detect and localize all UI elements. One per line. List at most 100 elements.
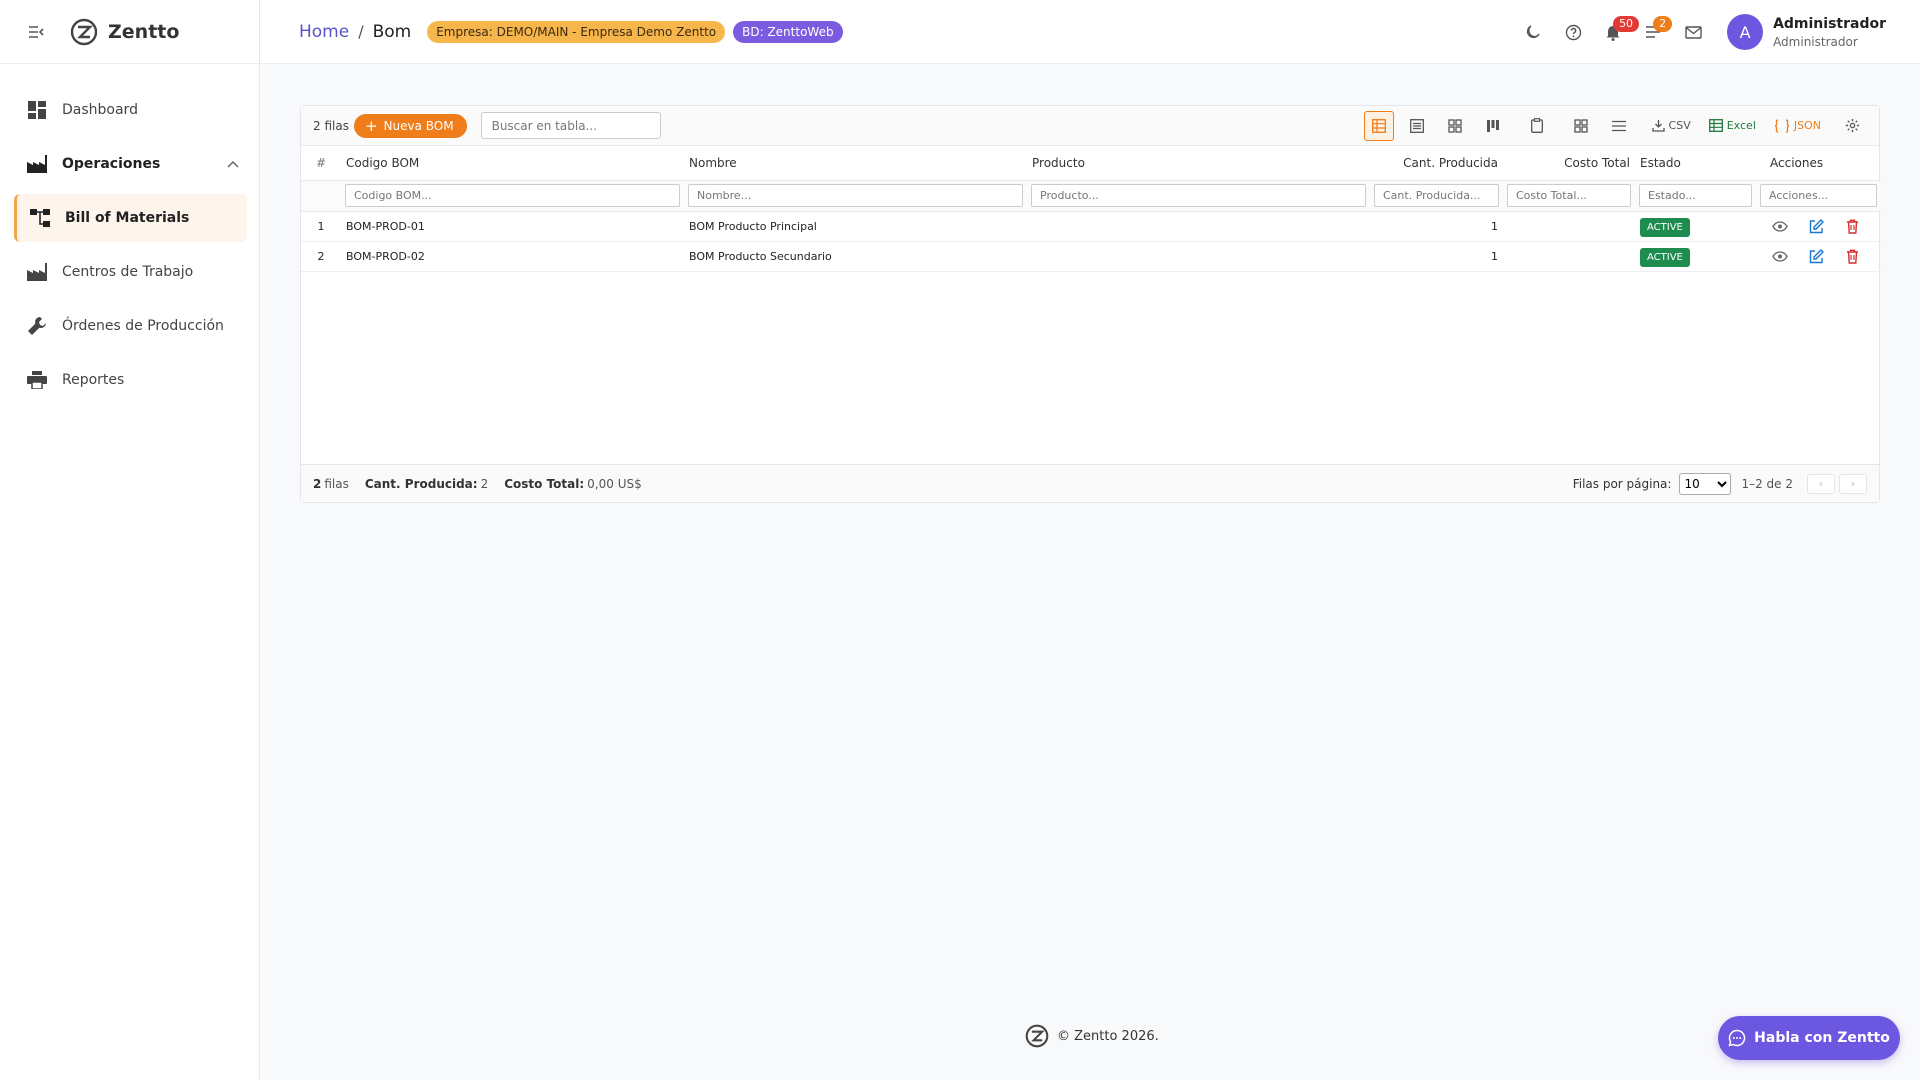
edit-icon[interactable] <box>1807 217 1825 235</box>
cell-producto <box>1027 241 1370 272</box>
brand-name: Zentto <box>108 20 180 43</box>
prev-page-button[interactable]: ‹ <box>1807 473 1835 494</box>
column-header-cant-producida[interactable]: Cant. Producida <box>1370 146 1503 181</box>
table-toolbar: 2 filas + Nueva BOM Buscar en tabla... C… <box>301 106 1879 146</box>
column-header-acciones: Acciones <box>1756 146 1881 181</box>
column-header-codigo-bom[interactable]: Codigo BOM <box>341 146 684 181</box>
empresa-badge: Empresa: DEMO/MAIN - Empresa Demo Zentto <box>427 20 726 43</box>
export-excel-label: Excel <box>1726 119 1756 132</box>
new-bom-button[interactable]: + Nueva BOM <box>353 113 467 138</box>
download-icon <box>1651 120 1665 132</box>
export-json-button[interactable]: JSON <box>1774 118 1821 133</box>
delete-trash-icon[interactable] <box>1843 247 1861 265</box>
next-page-button[interactable]: › <box>1839 473 1867 494</box>
column-header-estado[interactable]: Estado <box>1635 146 1756 181</box>
sidebar-item-label: Órdenes de Producción <box>62 318 224 334</box>
row-index: 2 <box>301 241 341 272</box>
tree-icon <box>29 207 51 229</box>
sidebar-item-operaciones[interactable]: Operaciones <box>0 138 259 190</box>
sidebar-nav: Dashboard Operaciones Bill of Materials … <box>0 64 259 406</box>
avatar[interactable]: A <box>1727 14 1764 50</box>
filter-cell <box>341 180 684 212</box>
page-footer: © Zentto 2026. <box>1025 1024 1159 1048</box>
breadcrumb-home[interactable]: Home <box>299 22 349 42</box>
bom-table: # Codigo BOM Nombre Producto Cant. Produ… <box>301 146 1881 272</box>
user-menu[interactable]: Administrador Administrador <box>1773 16 1886 49</box>
footer-cant-value: 2 <box>480 476 489 491</box>
zentto-logo-icon <box>1025 1024 1049 1048</box>
filter-cell <box>1370 180 1503 212</box>
row-actions <box>1761 217 1876 235</box>
filter-producto-input[interactable] <box>1031 184 1366 207</box>
view-eye-icon[interactable] <box>1771 217 1789 235</box>
settings-gear-icon[interactable] <box>1837 111 1867 141</box>
sidebar-item-bill-of-materials[interactable]: Bill of Materials <box>14 194 247 242</box>
rows-per-page-select[interactable]: 10 <box>1679 472 1732 495</box>
filter-cant-producida-input[interactable] <box>1374 184 1499 207</box>
sidebar-item-label: Centros de Trabajo <box>62 264 194 280</box>
filter-costo-total-input[interactable] <box>1507 184 1631 207</box>
kanban-view-icon[interactable] <box>1478 111 1508 141</box>
sidebar-item-dashboard[interactable]: Dashboard <box>0 84 259 136</box>
sidebar-item-label: Bill of Materials <box>65 210 190 226</box>
braces-icon <box>1774 118 1789 133</box>
footer-costo-value: 0,00 US$ <box>587 476 642 491</box>
filter-estado-input[interactable] <box>1639 184 1752 207</box>
chevron-up-icon[interactable] <box>227 156 239 172</box>
notifications-bell-icon[interactable]: 50 <box>1593 12 1640 52</box>
column-header-nombre[interactable]: Nombre <box>684 146 1027 181</box>
table-row[interactable]: 2 BOM-PROD-02 BOM Producto Secundario 1 … <box>301 241 1881 272</box>
chat-label: Habla con Zentto <box>1754 1030 1890 1046</box>
filter-cell <box>1503 180 1635 212</box>
zentto-logo-icon <box>70 18 98 45</box>
row-actions <box>1761 247 1876 265</box>
table-search-input[interactable] <box>480 112 661 139</box>
tasks-list-icon[interactable]: 2 <box>1633 12 1673 52</box>
export-csv-label: CSV <box>1668 119 1691 132</box>
edit-icon[interactable] <box>1807 247 1825 265</box>
pagination-range: 1–2 de 2 <box>1741 476 1793 491</box>
export-excel-button[interactable]: Excel <box>1708 119 1756 132</box>
breadcrumb-separator: / <box>358 22 364 41</box>
clipboard-icon[interactable] <box>1522 111 1552 141</box>
toolbar-actions: CSV Excel JSON <box>1356 110 1867 141</box>
grid-view-icon[interactable] <box>1440 111 1470 141</box>
mail-icon[interactable] <box>1673 12 1713 52</box>
sidebar-item-label: Operaciones <box>62 156 161 172</box>
delete-trash-icon[interactable] <box>1843 217 1861 235</box>
filter-acciones-input[interactable] <box>1760 184 1877 207</box>
row-index: 1 <box>301 211 341 242</box>
new-bom-label: Nueva BOM <box>383 118 454 133</box>
column-header-costo-total[interactable]: Costo Total <box>1503 146 1635 181</box>
user-role: Administrador <box>1773 34 1858 49</box>
table-row[interactable]: 1 BOM-PROD-01 BOM Producto Principal 1 A… <box>301 211 1881 242</box>
sidebar-item-label: Reportes <box>62 372 125 388</box>
tasks-count: 2 <box>1653 16 1673 32</box>
columns-grid-icon[interactable] <box>1566 111 1596 141</box>
copyright-text: © Zentto 2026. <box>1057 1028 1159 1044</box>
filter-nombre-input[interactable] <box>688 184 1023 207</box>
footer-cant-label: Cant. Producida: <box>364 476 478 491</box>
table-header-row: # Codigo BOM Nombre Producto Cant. Produ… <box>301 146 1881 181</box>
chat-with-zentto-button[interactable]: Habla con Zentto <box>1718 1016 1900 1060</box>
topbar: Home / Bom Empresa: DEMO/MAIN - Empresa … <box>260 0 1920 64</box>
cell-nombre: BOM Producto Secundario <box>684 241 1027 272</box>
cell-acciones <box>1756 241 1881 272</box>
dark-mode-icon[interactable] <box>1513 12 1553 52</box>
cell-estado: ACTIVE <box>1635 211 1756 242</box>
density-icon[interactable] <box>1604 111 1634 141</box>
sidebar-item-ordenes-de-produccion[interactable]: Órdenes de Producción <box>0 300 259 352</box>
export-csv-button[interactable]: CSV <box>1651 119 1691 132</box>
menu-collapse-icon[interactable] <box>24 20 48 44</box>
filter-cell <box>1756 180 1881 212</box>
sidebar-item-reportes[interactable]: Reportes <box>0 354 259 406</box>
sidebar-item-centros-de-trabajo[interactable]: Centros de Trabajo <box>0 246 259 298</box>
list-view-icon[interactable] <box>1402 111 1432 141</box>
table-view-icon[interactable] <box>1363 110 1394 141</box>
filter-codigo-bom-input[interactable] <box>345 184 680 207</box>
view-eye-icon[interactable] <box>1771 247 1789 265</box>
column-header-producto[interactable]: Producto <box>1027 146 1370 181</box>
printer-icon <box>26 369 48 391</box>
help-icon[interactable] <box>1553 12 1593 52</box>
status-badge: ACTIVE <box>1640 247 1690 267</box>
